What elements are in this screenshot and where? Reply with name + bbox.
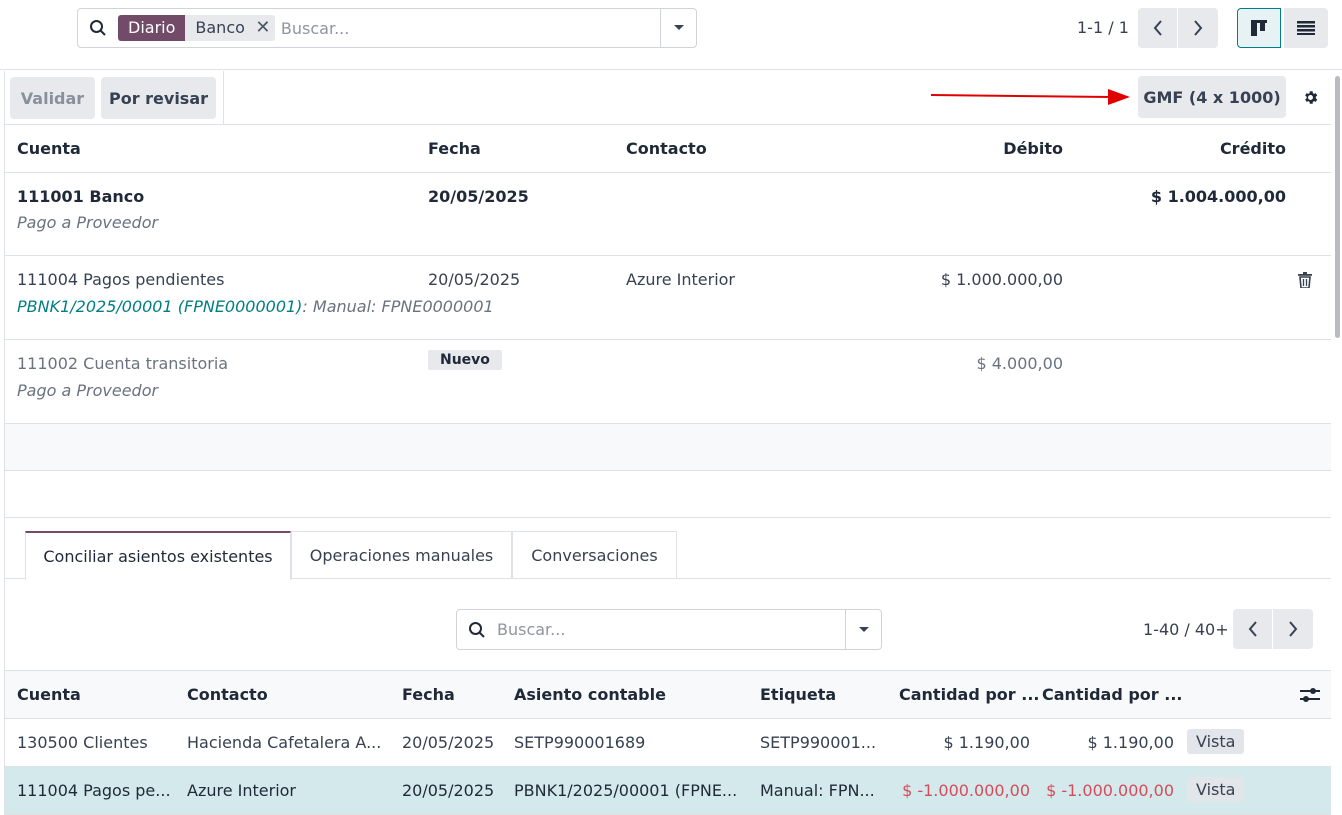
previous-button[interactable]: [1138, 8, 1178, 48]
pager-value[interactable]: 1-1 / 1: [1077, 18, 1129, 37]
reconciliation-panel: Validar Por revisar GMF (4 x 1000) Cuent…: [4, 71, 1331, 815]
date-cell: 20/05/2025: [402, 733, 495, 752]
amount-cell: $ -1.000.000,00: [902, 781, 1030, 800]
search-input[interactable]: Buscar...: [281, 19, 660, 38]
column-header-amount-2[interactable]: Cantidad por ...: [1042, 685, 1182, 704]
entries-search-bar[interactable]: Buscar...: [456, 609, 882, 650]
search-input[interactable]: Buscar...: [497, 620, 845, 639]
contact-cell: Azure Interior: [187, 781, 297, 800]
contact-cell: Azure Interior: [626, 270, 736, 289]
validate-button[interactable]: Validar: [10, 77, 95, 119]
view-button[interactable]: Vista: [1187, 729, 1245, 754]
account-cell: 111001 Banco: [17, 187, 145, 206]
table-row[interactable]: 130500 Clientes Hacienda Cafetalera A...…: [5, 719, 1331, 767]
move-cell: SETP990001689: [514, 733, 646, 752]
close-icon[interactable]: ✕: [251, 15, 275, 41]
search-icon[interactable]: [457, 621, 497, 639]
tab-manual-operations[interactable]: Operaciones manuales: [291, 531, 512, 579]
date-cell: 20/05/2025: [428, 270, 521, 289]
column-header-move[interactable]: Asiento contable: [514, 685, 666, 704]
next-button[interactable]: [1178, 8, 1218, 48]
column-header-debit[interactable]: Débito: [863, 139, 1063, 158]
previous-button[interactable]: [1233, 609, 1273, 649]
sliders-icon[interactable]: [1300, 686, 1320, 708]
search-icon[interactable]: [78, 9, 118, 47]
facet-type: Diario: [118, 15, 186, 41]
pager-nav: [1138, 8, 1218, 48]
column-header-account[interactable]: Cuenta: [17, 139, 81, 158]
entries-table-header: Cuenta Contacto Fecha Asiento contable E…: [5, 670, 1331, 719]
amount-cell: $ -1.000.000,00: [1046, 781, 1174, 800]
date-cell: 20/05/2025: [402, 781, 495, 800]
view-switcher: [1237, 8, 1328, 48]
column-header-date[interactable]: Fecha: [428, 139, 481, 158]
status-badge: Nuevo: [428, 350, 502, 370]
chevron-down-icon[interactable]: [660, 9, 696, 47]
tab-reconcile-existing[interactable]: Conciliar asientos existentes: [25, 531, 291, 580]
kanban-view-button[interactable]: [1237, 8, 1281, 48]
reference-cell: PBNK1/2025/00001 (FPNE0000001): Manual: …: [17, 297, 494, 316]
column-header-date[interactable]: Fecha: [402, 685, 455, 704]
table-row[interactable]: 111002 Cuenta transitoria Pago a Proveed…: [5, 340, 1331, 424]
to-review-button[interactable]: Por revisar: [101, 77, 216, 119]
search-bar[interactable]: Diario Banco ✕ Buscar...: [77, 8, 697, 48]
column-header-contact[interactable]: Contacto: [187, 685, 268, 704]
facet-value: Banco: [195, 18, 245, 37]
amount-cell: $ 1.190,00: [1087, 733, 1174, 752]
debit-cell: $ 1.000.000,00: [940, 270, 1063, 289]
tab-conversations[interactable]: Conversaciones: [512, 531, 677, 579]
account-cell: 130500 Clientes: [17, 733, 148, 752]
column-header-amount-1[interactable]: Cantidad por ...: [899, 685, 1039, 704]
label-cell: Pago a Proveedor: [17, 381, 159, 400]
label-cell: Pago a Proveedor: [17, 213, 159, 232]
list-view-button[interactable]: [1284, 8, 1328, 48]
debit-cell: $ 4.000,00: [976, 354, 1063, 373]
column-header-label[interactable]: Etiqueta: [760, 685, 836, 704]
search-facet-journal: Diario Banco ✕: [118, 15, 275, 41]
date-cell: 20/05/2025: [428, 187, 529, 206]
control-panel: Diario Banco ✕ Buscar... 1-1 / 1: [0, 0, 1342, 70]
amount-cell: $ 1.190,00: [943, 733, 1030, 752]
annotation-arrow: [931, 89, 1130, 105]
gmf-button[interactable]: GMF (4 x 1000): [1138, 76, 1286, 118]
reference-suffix: : Manual: FPNE0000001: [302, 297, 494, 316]
table-row[interactable]: 111001 Banco Pago a Proveedor 20/05/2025…: [5, 173, 1331, 256]
pager-value[interactable]: 1-40 / 40+: [1143, 620, 1229, 639]
gear-icon[interactable]: [1302, 89, 1319, 110]
credit-cell: $ 1.004.000,00: [1150, 187, 1286, 206]
table-row[interactable]: 111004 Pagos pe... Azure Interior 20/05/…: [5, 767, 1331, 815]
empty-row: [5, 424, 1331, 471]
column-header-credit[interactable]: Crédito: [1086, 139, 1286, 158]
column-header-contact[interactable]: Contacto: [626, 139, 707, 158]
next-button[interactable]: [1273, 609, 1313, 649]
divider: [223, 71, 224, 125]
scrollbar[interactable]: [1335, 76, 1340, 338]
account-cell: 111002 Cuenta transitoria: [17, 354, 229, 373]
notebook-tabs: Conciliar asientos existentes Operacione…: [5, 531, 1331, 580]
pager-nav: [1233, 609, 1313, 649]
lines-table-header: Cuenta Fecha Contacto Débito Crédito: [5, 125, 1331, 173]
move-cell: PBNK1/2025/00001 (FPNE...: [514, 781, 738, 800]
trash-icon[interactable]: [1298, 272, 1312, 292]
move-reference-link[interactable]: PBNK1/2025/00001 (FPNE0000001): [17, 297, 302, 316]
contact-cell: Hacienda Cafetalera A...: [187, 733, 382, 752]
table-row[interactable]: 111004 Pagos pendientes PBNK1/2025/00001…: [5, 256, 1331, 340]
label-cell: SETP990001...: [760, 733, 877, 752]
account-cell: 111004 Pagos pendientes: [17, 270, 225, 289]
label-cell: Manual: FPN...: [760, 781, 875, 800]
view-button[interactable]: Vista: [1187, 777, 1245, 802]
action-bar: Validar Por revisar GMF (4 x 1000): [5, 71, 1331, 125]
account-cell: 111004 Pagos pe...: [17, 781, 171, 800]
empty-row: [5, 471, 1331, 518]
column-header-account[interactable]: Cuenta: [17, 685, 81, 704]
chevron-down-icon[interactable]: [845, 610, 881, 649]
